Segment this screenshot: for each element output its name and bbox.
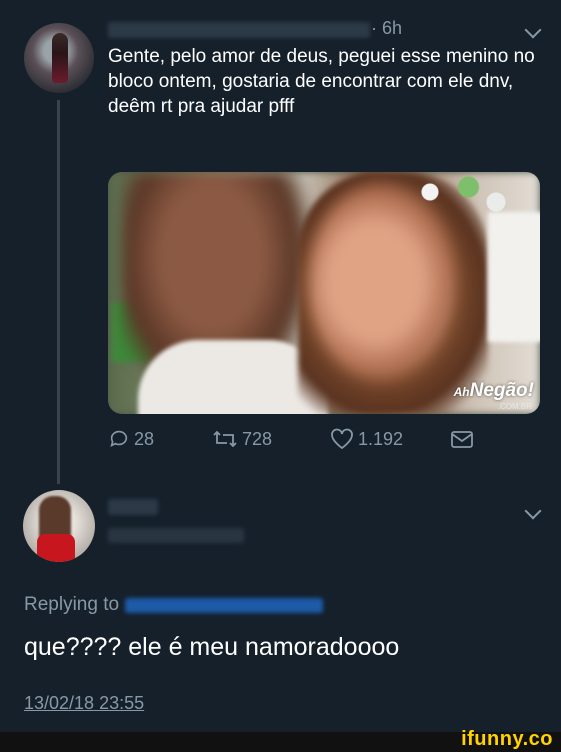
photo-background-person	[488, 212, 540, 342]
reply-count: 28	[134, 428, 155, 449]
replying-to-handle-redacted[interactable]	[125, 597, 324, 613]
replying-to: Replying to	[24, 594, 324, 616]
chevron-down-icon[interactable]	[524, 502, 542, 520]
like-icon	[331, 428, 353, 450]
photo-watermark-sub: .COM.BR	[497, 402, 532, 411]
retweet-button[interactable]: 728	[212, 428, 272, 450]
chevron-down-icon[interactable]	[524, 21, 542, 39]
replier-handle-redacted	[108, 528, 244, 543]
message-button[interactable]	[450, 428, 474, 450]
tweet-actions: 28 728 1.192	[108, 428, 488, 458]
like-count: 1.192	[358, 428, 404, 449]
retweet-count: 728	[242, 428, 273, 449]
retweet-icon	[213, 430, 237, 448]
message-icon	[451, 431, 473, 448]
replier-avatar[interactable]	[23, 490, 95, 562]
avatar-dress	[37, 534, 75, 562]
thread-line	[57, 100, 60, 484]
tweet-photo[interactable]: AhNegão! .COM.BR	[108, 172, 540, 414]
replying-to-label: Replying to	[24, 594, 120, 615]
footer-bar: ifunny.co	[0, 728, 561, 752]
reply-timestamp[interactable]: 13/02/18 23:55	[24, 693, 144, 714]
tweet-time[interactable]: · 6h	[371, 18, 402, 39]
author-avatar[interactable]	[24, 23, 94, 93]
photo-watermark: AhNegão!	[453, 380, 534, 401]
tweet-text: Gente, pelo amor de deus, peguei esse me…	[108, 46, 535, 117]
avatar-figure	[52, 33, 68, 83]
like-button[interactable]: 1.192	[330, 428, 403, 450]
reply-button[interactable]: 28	[108, 428, 154, 450]
ifunny-watermark: ifunny.co	[461, 728, 553, 750]
reply-icon	[110, 430, 128, 447]
reply-text: que???? ele é meu namoradoooo	[24, 633, 400, 661]
author-name-redacted	[108, 22, 370, 38]
replier-name-redacted	[108, 499, 158, 515]
